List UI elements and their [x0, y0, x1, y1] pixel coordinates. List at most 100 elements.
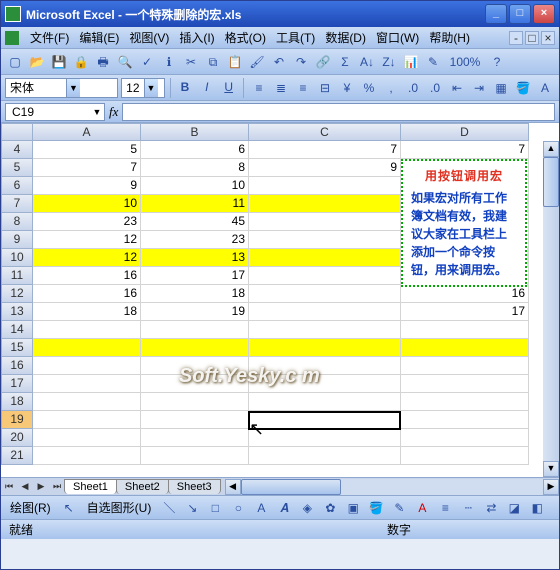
picture-icon[interactable]: ▣: [343, 498, 363, 518]
scroll-thumb[interactable]: [241, 479, 341, 495]
clipart-icon[interactable]: ✿: [320, 498, 340, 518]
row-header[interactable]: 15: [1, 339, 33, 357]
cell[interactable]: 18: [33, 303, 141, 321]
chevron-down-icon[interactable]: ▼: [90, 107, 104, 117]
row-header[interactable]: 17: [1, 375, 33, 393]
menu-item[interactable]: 编辑(E): [74, 27, 124, 48]
cell[interactable]: [401, 321, 529, 339]
cell[interactable]: [249, 321, 401, 339]
cell[interactable]: [33, 447, 141, 465]
scroll-up-icon[interactable]: ▲: [543, 141, 559, 157]
cell[interactable]: 16: [33, 285, 141, 303]
align-left-icon[interactable]: ≡: [249, 78, 269, 98]
cell[interactable]: 10: [141, 177, 249, 195]
dec-indent-icon[interactable]: ⇤: [447, 78, 467, 98]
table-row[interactable]: 19: [1, 411, 559, 429]
line-icon[interactable]: ＼: [159, 498, 179, 518]
maximize-button[interactable]: □: [509, 4, 531, 24]
cell[interactable]: 17: [401, 303, 529, 321]
cell[interactable]: 8: [141, 159, 249, 177]
cell[interactable]: [401, 411, 529, 429]
cell[interactable]: [249, 249, 401, 267]
menu-item[interactable]: 帮助(H): [424, 27, 475, 48]
vertical-scrollbar[interactable]: ▲ ▼: [543, 141, 559, 477]
cell[interactable]: [401, 429, 529, 447]
table-row[interactable]: 18: [1, 393, 559, 411]
cell[interactable]: [33, 393, 141, 411]
table-row[interactable]: 14: [1, 321, 559, 339]
table-row[interactable]: 13181917: [1, 303, 559, 321]
select-icon[interactable]: ↖: [59, 498, 79, 518]
tab-nav-last[interactable]: ⏭: [49, 479, 65, 495]
col-header[interactable]: A: [33, 123, 141, 141]
textbox-icon[interactable]: A: [251, 498, 271, 518]
cell[interactable]: [249, 303, 401, 321]
currency-icon[interactable]: ¥: [337, 78, 357, 98]
row-header[interactable]: 10: [1, 249, 33, 267]
help-icon[interactable]: ?: [487, 52, 507, 72]
row-header[interactable]: 7: [1, 195, 33, 213]
menu-item[interactable]: 工具(T): [271, 27, 320, 48]
tab-nav-next[interactable]: ▶: [33, 479, 49, 495]
fx-icon[interactable]: fx: [109, 104, 118, 120]
scroll-thumb[interactable]: [543, 157, 559, 207]
wordart-icon[interactable]: 𝑨: [274, 498, 294, 518]
mdi-minimize[interactable]: -: [509, 31, 523, 45]
dash-style-icon[interactable]: ┄: [458, 498, 478, 518]
table-row[interactable]: 45677: [1, 141, 559, 159]
row-header[interactable]: 11: [1, 267, 33, 285]
sum-icon[interactable]: Σ: [335, 52, 355, 72]
cell[interactable]: [33, 357, 141, 375]
cell[interactable]: [401, 339, 529, 357]
chevron-down-icon[interactable]: ▼: [66, 79, 80, 97]
align-right-icon[interactable]: ≡: [293, 78, 313, 98]
table-row[interactable]: 16: [1, 357, 559, 375]
row-header[interactable]: 9: [1, 231, 33, 249]
sort-asc-icon[interactable]: A↓: [357, 52, 377, 72]
spell-icon[interactable]: ✓: [137, 52, 157, 72]
cut-icon[interactable]: ✂: [181, 52, 201, 72]
print-icon[interactable]: 🖶: [93, 52, 113, 72]
row-header[interactable]: 12: [1, 285, 33, 303]
cell[interactable]: [33, 429, 141, 447]
row-header[interactable]: 4: [1, 141, 33, 159]
diagram-icon[interactable]: ◈: [297, 498, 317, 518]
scroll-left-icon[interactable]: ◀: [225, 479, 241, 495]
cell[interactable]: [141, 321, 249, 339]
table-row[interactable]: 21: [1, 447, 559, 465]
line-color-icon[interactable]: ✎: [389, 498, 409, 518]
menu-item[interactable]: 格式(O): [220, 27, 271, 48]
cell[interactable]: 45: [141, 213, 249, 231]
merge-icon[interactable]: ⊟: [315, 78, 335, 98]
menu-item[interactable]: 数据(D): [320, 27, 371, 48]
cell[interactable]: 16: [401, 285, 529, 303]
row-header[interactable]: 5: [1, 159, 33, 177]
cell[interactable]: [249, 393, 401, 411]
borders-icon[interactable]: ▦: [491, 78, 511, 98]
cell[interactable]: [249, 213, 401, 231]
cell[interactable]: 10: [33, 195, 141, 213]
cell[interactable]: [249, 177, 401, 195]
font-color-icon[interactable]: A: [535, 78, 555, 98]
cell[interactable]: [141, 393, 249, 411]
formula-input[interactable]: [122, 103, 555, 121]
table-row[interactable]: 12161816: [1, 285, 559, 303]
menu-item[interactable]: 插入(I): [174, 27, 219, 48]
scroll-right-icon[interactable]: ▶: [543, 479, 559, 495]
italic-button[interactable]: I: [197, 78, 216, 98]
cell[interactable]: [249, 357, 401, 375]
row-header[interactable]: 21: [1, 447, 33, 465]
fill-icon[interactable]: 🪣: [513, 78, 533, 98]
cell[interactable]: 9: [249, 159, 401, 177]
new-icon[interactable]: ▢: [5, 52, 25, 72]
cell[interactable]: [401, 357, 529, 375]
menu-item[interactable]: 文件(F): [25, 27, 74, 48]
cell[interactable]: 5: [33, 141, 141, 159]
arrow-style-icon[interactable]: ⇄: [481, 498, 501, 518]
cell[interactable]: [141, 411, 249, 429]
comma-icon[interactable]: ,: [381, 78, 401, 98]
cell[interactable]: [33, 339, 141, 357]
table-row[interactable]: 15: [1, 339, 559, 357]
cell[interactable]: 17: [141, 267, 249, 285]
cell[interactable]: 6: [141, 141, 249, 159]
